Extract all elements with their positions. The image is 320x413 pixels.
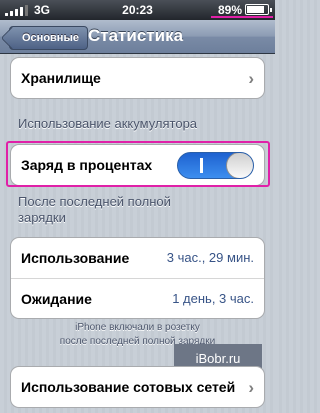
cellular-usage-label: Использование сотовых сетей: [21, 379, 236, 395]
highlight-frame: [6, 141, 270, 187]
storage-row[interactable]: Хранилище ›: [11, 58, 264, 98]
chevron-right-icon: ›: [248, 378, 254, 397]
battery-percent-highlight: [211, 16, 273, 18]
battery-percent: 89%: [217, 3, 242, 17]
battery-icon: [245, 4, 272, 15]
usage-row: Использование 3 час., 29 мин.: [11, 238, 264, 278]
standby-label: Ожидание: [21, 291, 92, 307]
page-title: Статистика: [88, 26, 184, 45]
battery-usage-header: Использование аккумулятора: [18, 116, 198, 131]
usage-value: 3 час., 29 мин.: [166, 250, 254, 265]
storage-group: Хранилище ›: [10, 57, 265, 99]
chevron-right-icon: ›: [248, 69, 254, 88]
standby-value: 1 день, 3 час.: [172, 291, 254, 306]
cellular-usage-row[interactable]: Использование сотовых сетей ›: [11, 367, 264, 407]
status-bar: 3G 20:23 89%: [0, 0, 275, 20]
since-charge-header-line2: зарядки: [18, 210, 66, 225]
since-charge-header-line1: После последней полной: [18, 194, 171, 209]
navigation-bar: Основные Статистика: [0, 20, 275, 54]
cellular-group: Использование сотовых сетей ›: [10, 366, 265, 408]
since-charge-group: Использование 3 час., 29 мин. Ожидание 1…: [10, 237, 265, 319]
since-charge-header: После последней полной зарядки: [18, 194, 171, 226]
usage-label: Использование: [21, 250, 130, 266]
charge-footer-line1: iPhone включали в розетку: [75, 322, 200, 333]
standby-row: Ожидание 1 день, 3 час.: [11, 278, 264, 318]
back-button-label: Основные: [22, 32, 79, 44]
back-button[interactable]: Основные: [9, 26, 88, 50]
storage-label: Хранилище: [21, 70, 101, 86]
